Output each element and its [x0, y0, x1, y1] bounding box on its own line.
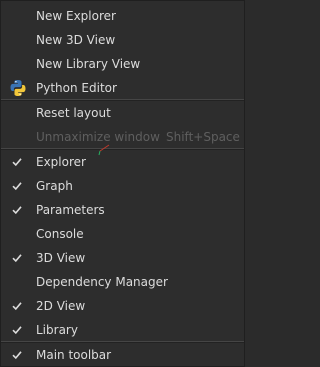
python-icon	[10, 80, 26, 96]
menu-item-label: Python Editor	[36, 81, 117, 95]
checkmark-icon	[12, 158, 22, 167]
checkmark-icon	[12, 351, 22, 360]
menu-item-explorer[interactable]: Explorer	[1, 150, 244, 174]
checkmark-icon	[12, 182, 22, 191]
checkmark-icon	[12, 302, 22, 311]
menu-item-new-explorer[interactable]: New Explorer	[1, 4, 244, 28]
menu-separator	[1, 99, 244, 101]
menu-item-label: Console	[36, 227, 84, 241]
menu-item-python-editor[interactable]: Python Editor	[1, 76, 244, 100]
menu-item-label: Library	[36, 323, 78, 337]
menu-item-new-3d-view[interactable]: New 3D View	[1, 28, 244, 52]
cursor-trail-icon	[98, 144, 110, 156]
menu-item-label: New Explorer	[36, 9, 116, 23]
menu-item-new-library-view[interactable]: New Library View	[1, 52, 244, 76]
checkmark-icon	[12, 206, 22, 215]
menu-item-label: Graph	[36, 179, 73, 193]
menu-item-label: New 3D View	[36, 33, 116, 47]
menu-item-label: Explorer	[36, 155, 86, 169]
menu-item-parameters[interactable]: Parameters	[1, 198, 244, 222]
menu-item-console[interactable]: Console	[1, 222, 244, 246]
menu-item-dependency-manager[interactable]: Dependency Manager	[1, 270, 244, 294]
menu-item-graph[interactable]: Graph	[1, 174, 244, 198]
menu-item-label: 3D View	[36, 251, 86, 265]
menu-item-3d-view[interactable]: 3D View	[1, 246, 244, 270]
checkmark-icon	[12, 326, 22, 335]
menu-item-label: Dependency Manager	[36, 275, 168, 289]
menu-item-library[interactable]: Library	[1, 318, 244, 342]
menu-separator	[1, 148, 244, 150]
menu-item-label: Parameters	[36, 203, 105, 217]
window-context-menu: New Explorer New 3D View New Library Vie…	[0, 0, 245, 367]
menu-item-2d-view[interactable]: 2D View	[1, 294, 244, 318]
menu-item-label: New Library View	[36, 57, 141, 71]
menu-item-label: 2D View	[36, 299, 86, 313]
menu-item-unmaximize-window: Unmaximize window Shift+Space	[1, 125, 244, 149]
menu-separator	[1, 341, 244, 343]
menu-item-main-toolbar[interactable]: Main toolbar	[1, 343, 244, 366]
checkmark-icon	[12, 254, 22, 263]
menu-item-label: Main toolbar	[36, 348, 112, 362]
menu-item-reset-layout[interactable]: Reset layout	[1, 101, 244, 125]
menu-item-label: Reset layout	[36, 106, 111, 120]
menu-item-shortcut: Shift+Space	[166, 130, 240, 144]
